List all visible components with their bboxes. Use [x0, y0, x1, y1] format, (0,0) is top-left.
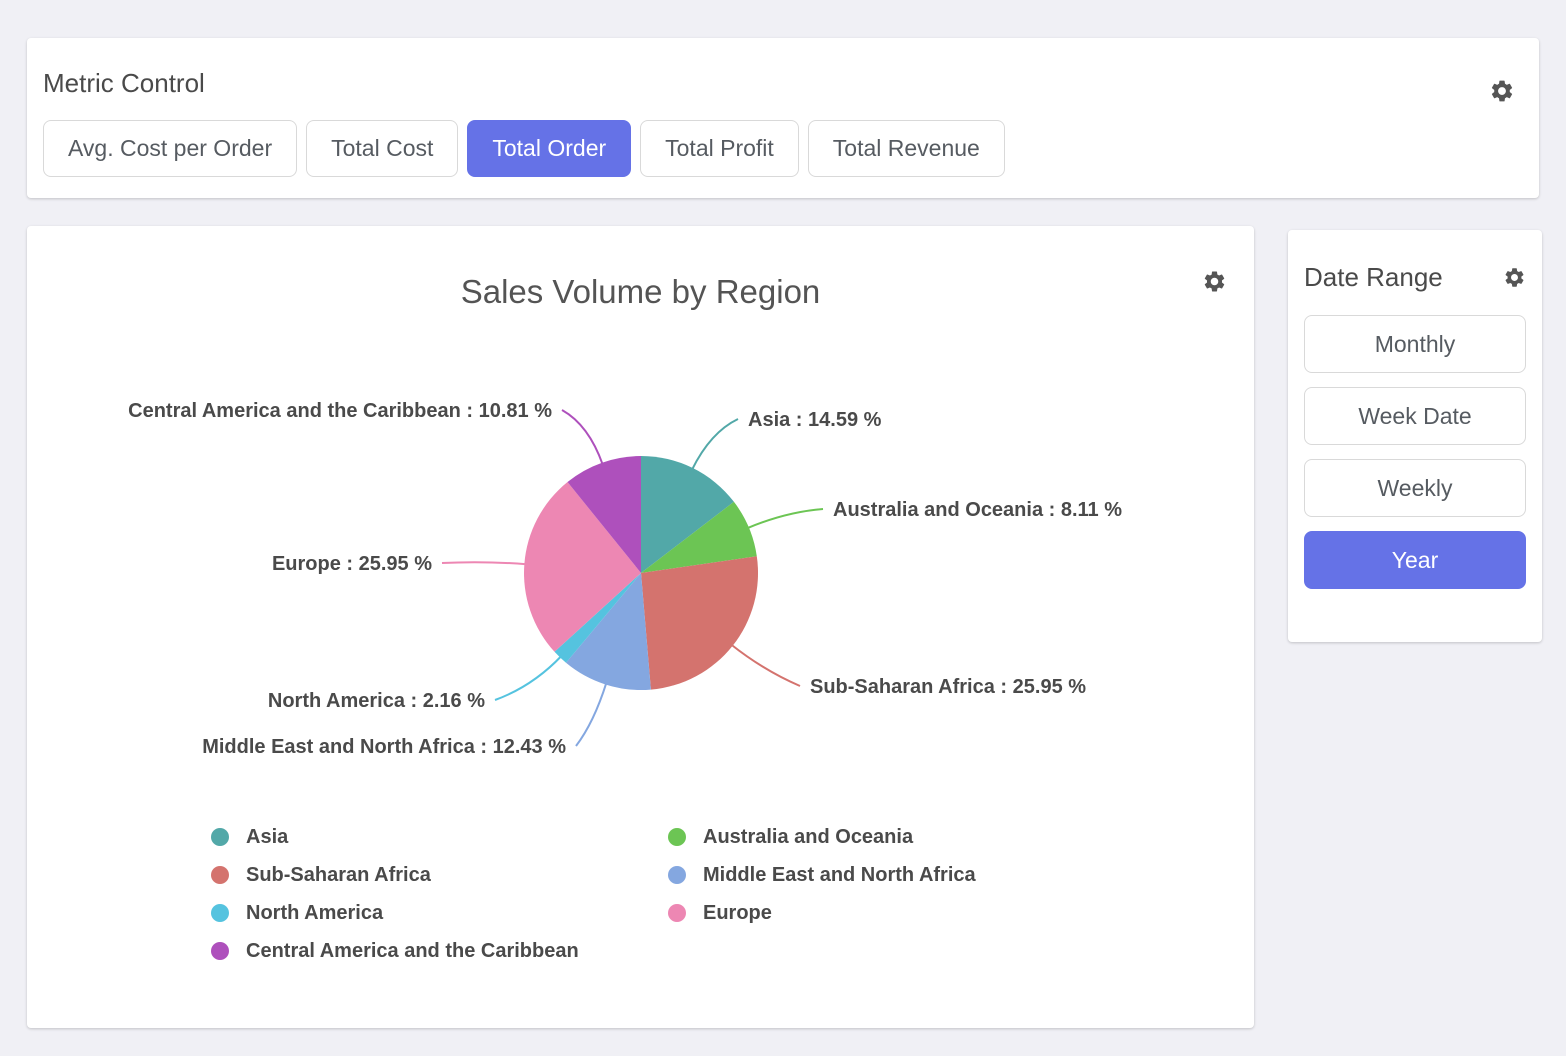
legend-item-europe[interactable]: Europe [668, 894, 976, 932]
legend-dot-icon [211, 828, 229, 846]
legend-column-1: Asia Sub-Saharan Africa North America Centr… [211, 818, 668, 970]
legend-label: Asia [246, 826, 288, 849]
legend-dot-icon [668, 904, 686, 922]
leader-line-north-america [495, 656, 561, 700]
date-range-panel: Date Range Monthly Week Date Weekly Year [1288, 230, 1542, 642]
slice-label-middle-east-and-north-africa: Middle East and North Africa : 12.43 % [202, 736, 566, 758]
metric-control-title: Metric Control [43, 68, 1523, 99]
legend-item-australia-and-oceania[interactable]: Australia and Oceania [668, 818, 976, 856]
leader-line-central-america-and-the-caribbean [562, 410, 603, 465]
metric-button-total-profit[interactable]: Total Profit [640, 120, 799, 177]
slice-label-australia-and-oceania: Australia and Oceania : 8.11 % [833, 499, 1122, 521]
date-range-button-year[interactable]: Year [1304, 531, 1526, 589]
leader-line-asia [692, 419, 738, 470]
legend-item-middle-east-and-north-africa[interactable]: Middle East and North Africa [668, 856, 976, 894]
legend-label: Middle East and North Africa [703, 864, 976, 887]
legend-item-north-america[interactable]: North America [211, 894, 668, 932]
legend-label: Central America and the Caribbean [246, 940, 579, 963]
gear-icon[interactable] [1503, 266, 1526, 289]
pie-chart: Asia : 14.59 % Australia and Oceania : 8.… [28, 368, 1253, 788]
date-range-title: Date Range [1304, 262, 1443, 293]
slice-label-north-america: North America : 2.16 % [268, 690, 485, 712]
gear-icon[interactable] [1202, 269, 1227, 294]
metric-button-total-cost[interactable]: Total Cost [306, 120, 458, 177]
leader-line-europe [442, 562, 526, 564]
slice-label-europe: Europe : 25.95 % [272, 553, 432, 575]
date-range-header: Date Range [1304, 262, 1526, 293]
slice-label-sub-saharan-africa: Sub-Saharan Africa : 25.95 % [810, 676, 1086, 698]
legend-dot-icon [668, 828, 686, 846]
slice-label-asia: Asia : 14.59 % [748, 409, 882, 431]
legend-item-central-america-and-the-caribbean[interactable]: Central America and the Caribbean [211, 932, 668, 970]
legend-dot-icon [211, 904, 229, 922]
leader-line-middle-east-and-north-africa [576, 683, 606, 746]
chart-legend: Asia Sub-Saharan Africa North America Centr… [211, 818, 1254, 970]
date-range-button-monthly[interactable]: Monthly [1304, 315, 1526, 373]
legend-label: Sub-Saharan Africa [246, 864, 431, 887]
gear-icon[interactable] [1489, 78, 1515, 104]
pie-slice-sub-saharan-africa[interactable] [641, 556, 758, 689]
chart-title: Sales Volume by Region [27, 273, 1254, 311]
metric-buttons: Avg. Cost per OrderTotal CostTotal Order… [43, 120, 1523, 177]
legend-dot-icon [211, 942, 229, 960]
legend-label: North America [246, 902, 383, 925]
legend-column-2: Australia and Oceania Middle East and Nor… [668, 818, 976, 970]
leader-line-australia-and-oceania [747, 509, 823, 528]
legend-item-sub-saharan-africa[interactable]: Sub-Saharan Africa [211, 856, 668, 894]
date-range-button-weekly[interactable]: Weekly [1304, 459, 1526, 517]
legend-dot-icon [211, 866, 229, 884]
leader-line-sub-saharan-africa [731, 645, 800, 687]
date-range-button-week-date[interactable]: Week Date [1304, 387, 1526, 445]
metric-button-avg-cost-per-order[interactable]: Avg. Cost per Order [43, 120, 297, 177]
metric-button-total-revenue[interactable]: Total Revenue [808, 120, 1005, 177]
metric-button-total-order[interactable]: Total Order [467, 120, 631, 177]
sales-volume-panel: Sales Volume by Region Asia : 14.59 % Aus… [27, 226, 1254, 1028]
legend-label: Europe [703, 902, 772, 925]
date-range-buttons: Monthly Week Date Weekly Year [1304, 315, 1526, 589]
legend-label: Australia and Oceania [703, 826, 913, 849]
slice-label-central-america-and-the-caribbean: Central America and the Caribbean : 10.8… [128, 400, 552, 422]
legend-item-asia[interactable]: Asia [211, 818, 668, 856]
metric-control-panel: Metric Control Avg. Cost per OrderTotal … [27, 38, 1539, 198]
legend-dot-icon [668, 866, 686, 884]
